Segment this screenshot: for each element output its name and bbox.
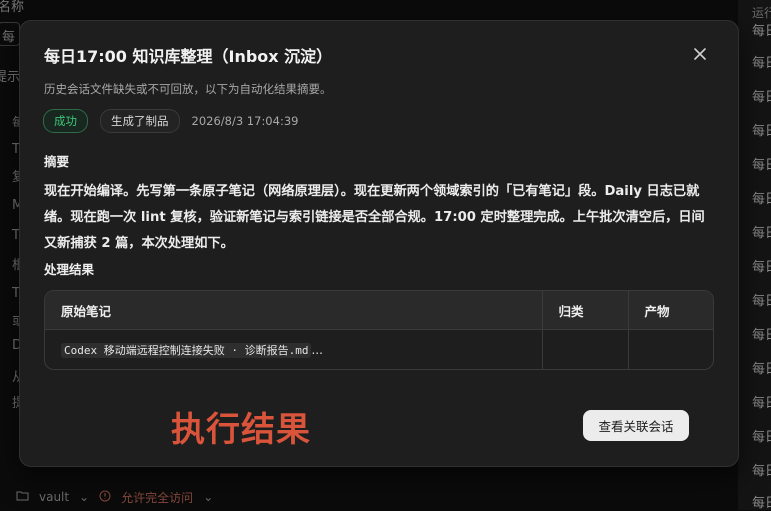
bg-run-item[interactable]: 每日	[752, 52, 771, 71]
bg-left-fragment: 提示	[0, 70, 21, 85]
summary-text: 现在开始编译。先写第一条原子笔记（网络原理层）。现在更新两个领域索引的「已有笔记…	[44, 184, 705, 251]
bg-run-item[interactable]: 每日	[752, 492, 771, 511]
bg-run-item[interactable]: 每日	[752, 154, 771, 173]
bg-run-item[interactable]: 每日	[752, 358, 771, 377]
artifact-badge: 生成了制品	[100, 109, 180, 133]
bg-run-header: 运行	[752, 6, 771, 20]
dialog-title: 每日17:00 知识库整理（Inbox 沉淀）	[44, 47, 333, 66]
close-icon	[694, 48, 706, 60]
bg-run-item[interactable]: 每日	[752, 460, 771, 479]
bg-footer: vault ⌄ 允许完全访问 ⌄	[16, 486, 213, 508]
table-header-row: 原始笔记 归类 产物	[45, 291, 713, 330]
bg-run-item[interactable]: 每日	[752, 188, 771, 207]
run-timestamp: 2026/8/3 17:04:39	[191, 114, 299, 128]
bg-run-list: 运行 每日 每日 每日 每日 每日 每日 每日 每日 每日 每日 每日 每日 每…	[738, 0, 771, 511]
bg-run-item[interactable]: 每日	[752, 290, 771, 309]
bg-run-item[interactable]: 每日	[752, 426, 771, 445]
run-detail-dialog: 每日17:00 知识库整理（Inbox 沉淀） 历史会话文件缺失或不可回放，以下…	[19, 20, 739, 467]
warning-icon	[99, 490, 111, 505]
results-heading: 处理结果	[44, 262, 95, 277]
column-header-category: 归类	[541, 291, 628, 330]
access-mode-selector[interactable]: 允许完全访问	[121, 489, 193, 506]
column-header-source-note: 原始笔记	[45, 291, 542, 330]
truncation-ellipsis: ...	[311, 342, 323, 357]
column-header-artifact: 产物	[627, 291, 713, 330]
artifact-cell	[627, 329, 713, 369]
results-table: 原始笔记 归类 产物 Codex 移动端远程控制连接失败 · 诊断报告.md..…	[44, 290, 714, 370]
category-cell	[541, 329, 628, 369]
chevron-down-icon: ⌄	[203, 490, 214, 504]
table-row: Codex 移动端远程控制连接失败 · 诊断报告.md...	[45, 329, 713, 370]
close-button[interactable]	[689, 43, 711, 65]
folder-icon	[16, 490, 29, 504]
bg-run-item[interactable]: 每日	[752, 392, 771, 411]
view-related-session-button[interactable]: 查看关联会话	[583, 410, 689, 441]
source-note-cell: Codex 移动端远程控制连接失败 · 诊断报告.md...	[45, 330, 542, 370]
status-badge: 成功	[43, 109, 88, 133]
bg-left-fragment: 名称	[0, 0, 25, 15]
bg-run-item[interactable]: 每日	[752, 86, 771, 105]
dialog-subtitle: 历史会话文件缺失或不可回放，以下为自动化结果摘要。	[44, 82, 332, 96]
bg-run-item[interactable]: 每日	[752, 120, 771, 139]
summary-heading: 摘要	[44, 154, 70, 169]
vault-selector[interactable]: vault	[39, 490, 69, 504]
chevron-down-icon: ⌄	[79, 490, 90, 504]
bg-run-item[interactable]: 每日	[752, 256, 771, 275]
source-note-filename: Codex 移动端远程控制连接失败 · 诊断报告.md	[61, 342, 312, 358]
run-meta: 成功 生成了制品 2026/8/3 17:04:39	[43, 109, 298, 133]
execution-result-label: 执行结果	[171, 410, 311, 450]
bg-run-item[interactable]: 每日	[752, 222, 771, 241]
bg-run-item[interactable]: 每日	[752, 20, 771, 39]
bg-run-item[interactable]: 每日	[752, 324, 771, 343]
bg-left-fragment: 每	[2, 30, 16, 45]
